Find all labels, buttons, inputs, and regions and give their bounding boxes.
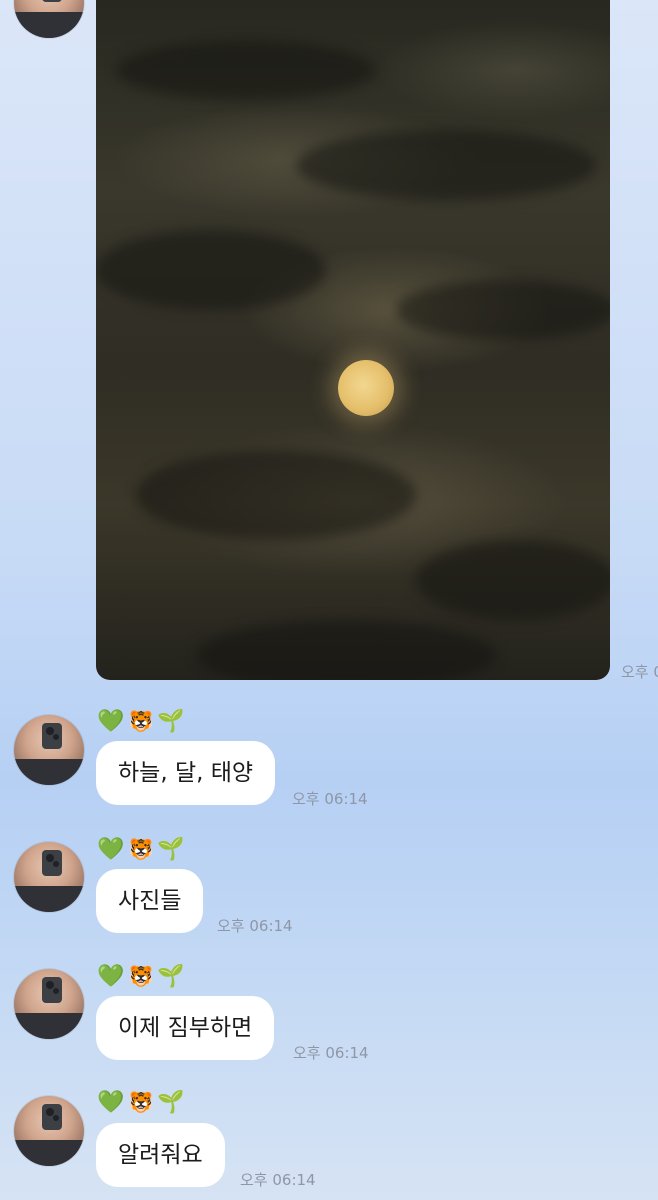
tiger-icon[interactable]: 🐯: [126, 1089, 156, 1115]
timestamp: 오후 06:14: [217, 917, 293, 935]
message-bubble[interactable]: 사진들: [96, 869, 204, 933]
green-heart-icon[interactable]: 💚: [96, 1090, 126, 1116]
avatar[interactable]: [14, 715, 84, 785]
reaction-row: 💚 🐯 🌱: [96, 708, 186, 735]
sprout-icon[interactable]: 🌱: [156, 964, 186, 990]
tiger-icon[interactable]: 🐯: [126, 708, 156, 734]
sprout-icon[interactable]: 🌱: [156, 709, 186, 735]
avatar[interactable]: [14, 0, 84, 38]
timestamp: 오후 06:14: [293, 1044, 369, 1062]
reaction-row: 💚 🐯 🌱: [96, 963, 186, 990]
timestamp: 오후 06:14: [240, 1171, 316, 1189]
tiger-icon[interactable]: 🐯: [126, 963, 156, 989]
green-heart-icon[interactable]: 💚: [96, 709, 126, 735]
reaction-row: 💚 🐯 🌱: [96, 1089, 186, 1116]
avatar[interactable]: [14, 969, 84, 1039]
timestamp: 오후 0: [621, 663, 658, 681]
sprout-icon[interactable]: 🌱: [156, 1090, 186, 1116]
avatar[interactable]: [14, 1096, 84, 1166]
timestamp: 오후 06:14: [292, 790, 368, 808]
sprout-icon[interactable]: 🌱: [156, 837, 186, 863]
moon-photo[interactable]: [96, 0, 610, 680]
avatar[interactable]: [14, 842, 84, 912]
green-heart-icon[interactable]: 💚: [96, 964, 126, 990]
moon-icon: [338, 360, 394, 416]
green-heart-icon[interactable]: 💚: [96, 837, 126, 863]
message-bubble[interactable]: 이제 짐부하면: [96, 996, 275, 1060]
reaction-row: 💚 🐯 🌱: [96, 836, 186, 863]
tiger-icon[interactable]: 🐯: [126, 836, 156, 862]
message-bubble[interactable]: 알려줘요: [96, 1123, 225, 1187]
message-bubble[interactable]: 하늘, 달, 태양: [96, 741, 276, 805]
